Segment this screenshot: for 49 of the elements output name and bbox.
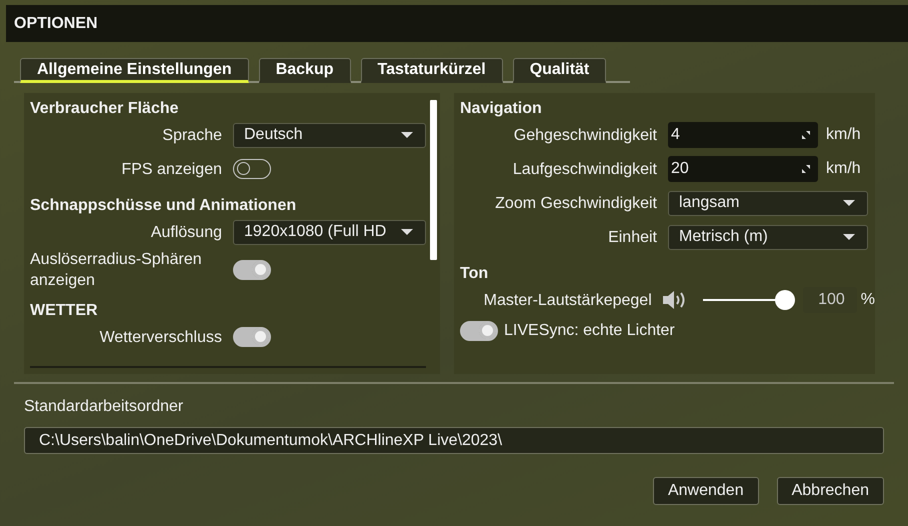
unit-label: km/h: [826, 160, 861, 178]
setting-label: LIVESync: echte Lichter: [504, 322, 675, 340]
caret-icon: [401, 228, 413, 236]
setting-label: Zoom Geschwindigkeit: [495, 194, 657, 214]
dialog-button[interactable]: Anwenden: [652, 477, 759, 505]
caret-icon: [843, 200, 855, 206]
setting-label: Sprache: [162, 126, 222, 146]
setting-label: Gehgeschwindigkeit: [514, 126, 657, 146]
folder-label: Standardarbeitsordner: [24, 398, 184, 416]
volume-slider[interactable]: [702, 290, 795, 310]
unit-label: %: [860, 291, 875, 309]
section-title: Navigation: [460, 99, 543, 118]
slider-thumb[interactable]: [774, 290, 795, 310]
dropdown[interactable]: Deutsch: [233, 122, 426, 148]
scrollbar[interactable]: [430, 100, 437, 260]
toggle-switch[interactable]: [233, 327, 271, 347]
volume-reading: 100: [802, 287, 857, 313]
number-field[interactable]: 4: [668, 122, 818, 148]
setting-label: Laufgeschwindigkeit: [512, 160, 657, 180]
speaker-icon: [662, 289, 687, 311]
setting-label: Wetterverschluss: [100, 328, 222, 348]
tab[interactable]: Qualität: [512, 58, 606, 83]
setting-label: Auslöserradius-Sphären anzeigen: [30, 250, 203, 291]
setting-label: FPS anzeigen: [121, 160, 222, 180]
setting-label: Auflösung: [150, 222, 222, 242]
dialog-button[interactable]: Abbrechen: [776, 477, 884, 505]
dropdown[interactable]: langsam: [668, 190, 868, 216]
setting-label: Einheit: [608, 228, 657, 248]
number-field[interactable]: 20: [668, 156, 818, 182]
caret-icon: [843, 234, 855, 240]
dropdown[interactable]: Metrisch (m): [668, 224, 868, 250]
section-title: Verbraucher Fläche: [30, 99, 180, 118]
section-title: WETTER: [30, 301, 99, 320]
section-title: Schnappschüsse und Animationen: [30, 196, 298, 215]
tab[interactable]: Backup: [258, 58, 350, 83]
setting-label: Master-Lautstärkepegel: [484, 290, 652, 310]
tab[interactable]: Tastaturkürzel: [360, 58, 503, 83]
tab[interactable]: Allgemeine Einstellungen: [20, 58, 249, 83]
toggle-switch[interactable]: [460, 321, 498, 341]
dropdown[interactable]: 1920x1080 (Full HD: [233, 220, 426, 244]
section-title: Ton: [460, 264, 490, 283]
caret-icon: [401, 132, 413, 138]
path-field[interactable]: C:\Users\balin\OneDrive\Dokumentumok\ARCHlineXP Live\2023\: [24, 427, 884, 454]
toggle-switch[interactable]: [233, 159, 271, 179]
toggle-switch[interactable]: [233, 260, 271, 280]
resize-icon: [802, 165, 810, 173]
unit-label: km/h: [826, 126, 861, 144]
resize-icon: [802, 131, 810, 139]
window-title: OPTIONEN: [14, 14, 98, 32]
